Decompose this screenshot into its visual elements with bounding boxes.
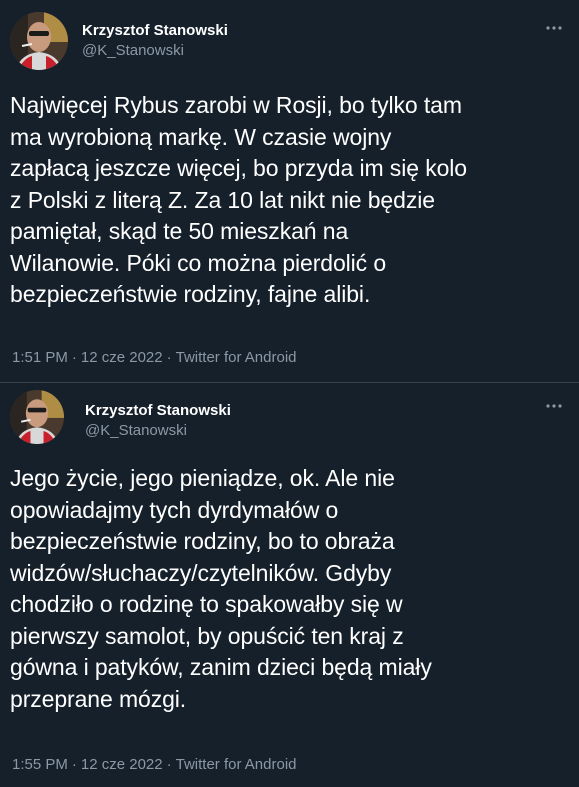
- tweet-text: Najwięcej Rybus zarobi w Rosji, bo tylko…: [10, 90, 570, 311]
- more-horizontal-icon: [546, 404, 562, 408]
- tweet-text-line: ma wyrobioną markę. W czasie wojny: [10, 123, 392, 150]
- tweet-text-line: Wilanowie. Póki co można pierdolić o: [10, 249, 387, 276]
- author-display-name[interactable]: Krzysztof Stanowski: [82, 21, 228, 40]
- tweet-text-line: z Polski z literą Z. Za 10 lat nikt nie …: [10, 186, 435, 213]
- tweet: Krzysztof Stanowski @K_Stanowski Jego ży…: [0, 383, 579, 787]
- meta-separator: ·: [71, 349, 77, 366]
- tweet-date[interactable]: 12 cze 2022: [81, 349, 163, 366]
- meta-separator: ·: [166, 756, 172, 773]
- tweet-text-line: przeprane mózgi.: [10, 685, 187, 712]
- more-options-button[interactable]: [539, 18, 569, 38]
- avatar-image: [10, 12, 68, 70]
- tweet-text-line: pierwszy samolot, by opuścić ten kraj z: [10, 622, 404, 649]
- tweet-time[interactable]: 1:55 PM: [12, 756, 68, 773]
- tweet-time[interactable]: 1:51 PM: [12, 349, 68, 366]
- tweet-date[interactable]: 12 cze 2022: [81, 756, 163, 773]
- tweet-text-line: widzów/słuchaczy/czytelników. Gdyby: [10, 559, 392, 586]
- more-horizontal-icon: [546, 26, 562, 30]
- tweet-text-line: bezpieczeństwie rodziny, bo to obraża: [10, 528, 395, 554]
- avatar-image: [10, 390, 64, 444]
- tweet-header: Krzysztof Stanowski @K_Stanowski: [10, 390, 569, 444]
- avatar[interactable]: [10, 12, 68, 70]
- tweet-source[interactable]: Twitter for Android: [176, 349, 297, 366]
- more-options-button[interactable]: [539, 396, 569, 416]
- tweet-text-line: pamiętał, skąd te 50 mieszkań na: [10, 218, 349, 244]
- tweet-text-line: bezpieczeństwie rodziny, fajne alibi.: [10, 281, 371, 307]
- tweet-text-line: opowiadajmy tych dyrdymałów o: [10, 496, 339, 523]
- tweet-text-line: chodziło o rodzinę to spakowałby się w: [10, 591, 403, 617]
- tweet-meta: 1:51 PM · 12 cze 2022 · Twitter for Android: [12, 348, 297, 368]
- author-info[interactable]: Krzysztof Stanowski @K_Stanowski: [85, 401, 231, 442]
- tweet-text-line: Jego życie, jego pieniądze, ok. Ale nie: [10, 465, 395, 491]
- author-handle[interactable]: @K_Stanowski: [85, 420, 231, 442]
- tweet-text-line: Najwięcej Rybus zarobi w Rosji, bo tylko…: [10, 92, 462, 118]
- author-info[interactable]: Krzysztof Stanowski @K_Stanowski: [82, 21, 228, 62]
- meta-separator: ·: [71, 756, 77, 773]
- tweet-header: Krzysztof Stanowski @K_Stanowski: [10, 12, 569, 70]
- meta-separator: ·: [166, 349, 172, 366]
- tweet-source[interactable]: Twitter for Android: [176, 756, 297, 773]
- author-handle[interactable]: @K_Stanowski: [82, 40, 228, 62]
- tweet: Krzysztof Stanowski @K_Stanowski Najwięc…: [0, 0, 579, 383]
- author-display-name[interactable]: Krzysztof Stanowski: [85, 401, 231, 420]
- tweet-text-line: gówna i patyków, zanim dzieci będą miały: [10, 654, 432, 680]
- tweet-text-line: zapłacą jeszcze więcej, bo przyda im się…: [10, 155, 467, 181]
- avatar[interactable]: [10, 390, 64, 444]
- tweet-meta: 1:55 PM · 12 cze 2022 · Twitter for Android: [12, 755, 297, 775]
- tweet-text: Jego życie, jego pieniądze, ok. Ale nie …: [10, 463, 570, 715]
